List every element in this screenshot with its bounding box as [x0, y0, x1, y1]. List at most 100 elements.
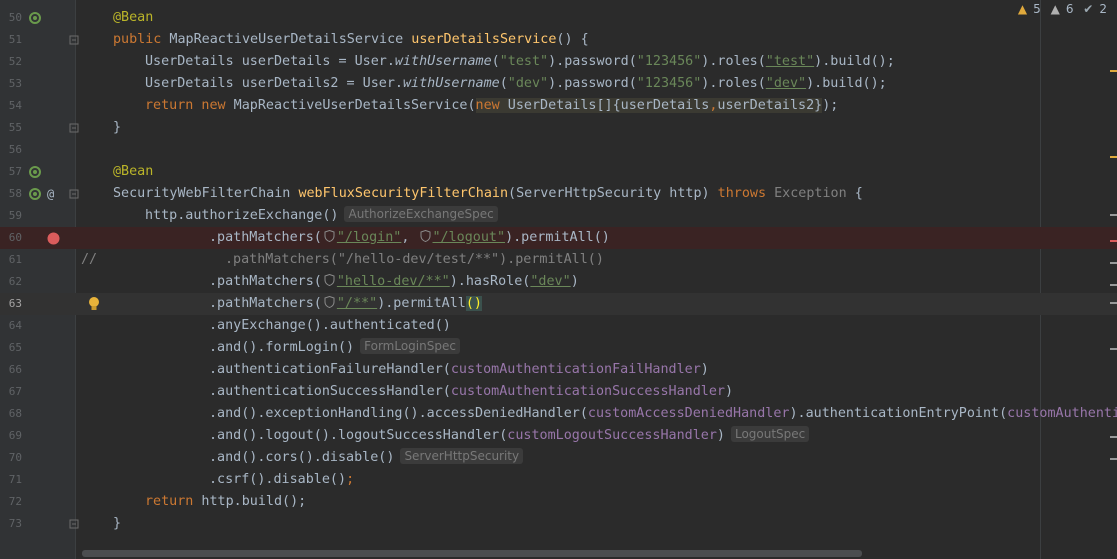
line-number: 63	[8, 297, 22, 310]
string-literal: "/logout"	[432, 230, 506, 245]
line-number: 54	[8, 99, 22, 112]
code-line-53[interactable]: 53 UserDetails userDetails2 = User.withU…	[0, 73, 1117, 95]
code-line-65[interactable]: 65 .and().formLogin() FormLoginSpec	[0, 337, 1117, 359]
line-number: 53	[8, 77, 22, 90]
field-reference: customLogoutSuccessHandler	[507, 428, 717, 443]
shield-icon	[324, 274, 335, 286]
horizontal-scrollbar[interactable]	[82, 550, 862, 557]
code-text: )	[724, 384, 734, 399]
code-line-60[interactable]: 60 .pathMatchers("/login", "/logout").pe…	[0, 227, 1117, 249]
error-stripe-mark[interactable]	[1110, 436, 1117, 438]
code-text: }	[113, 516, 122, 531]
line-number: 58	[8, 187, 22, 200]
code-text: (ServerHttpSecurity http)	[508, 186, 718, 201]
semicolon: ;	[346, 472, 355, 487]
string-literal: "hello-dev/**"	[336, 274, 450, 289]
code-text: {	[846, 186, 863, 201]
code-text: .pathMatchers(	[209, 230, 322, 245]
code-text: () {	[556, 32, 589, 47]
error-stripe-mark[interactable]	[1110, 70, 1117, 72]
breakpoint-icon[interactable]	[47, 232, 60, 245]
type-hint: ServerHttpSecurity	[400, 448, 524, 464]
exception-type: Exception	[766, 186, 847, 201]
error-stripe-mark[interactable]	[1110, 214, 1117, 216]
shield-icon	[324, 230, 335, 242]
code-text: (	[499, 76, 508, 91]
code-text: MapReactiveUserDetailsService(	[225, 98, 476, 113]
error-stripe-mark[interactable]	[1110, 156, 1117, 158]
line-number: 67	[8, 385, 22, 398]
code-line-54[interactable]: 54 return new MapReactiveUserDetailsServ…	[0, 95, 1117, 117]
keyword: return new	[145, 98, 226, 113]
line-number: 59	[8, 209, 22, 222]
code-text: .csrf().disable()	[209, 472, 347, 487]
code-line-51[interactable]: 51 public MapReactiveUserDetailsService …	[0, 29, 1117, 51]
type-hint: FormLoginSpec	[360, 338, 460, 354]
fold-icon[interactable]	[69, 189, 79, 199]
code-line-58[interactable]: 58 @ SecurityWebFilterChain webFluxSecur…	[0, 183, 1117, 205]
code-text: .and().formLogin()	[209, 340, 355, 355]
code-line-71[interactable]: 71 .csrf().disable();	[0, 469, 1117, 491]
line-number: 73	[8, 517, 22, 530]
string-literal: "dev"	[507, 76, 549, 91]
code-line-56[interactable]: 56	[0, 139, 1117, 161]
fold-icon[interactable]	[69, 35, 79, 45]
string-literal: "/**"	[336, 296, 378, 311]
code-text: http.authorizeExchange()	[145, 208, 339, 223]
code-editor[interactable]: ▲ 5 ▲ 6 ✔ 2 50 @Bean 51 public MapReactiveU…	[0, 0, 1117, 559]
code-line-72[interactable]: 72 return http.build();	[0, 491, 1117, 513]
code-text: .pathMatchers(	[209, 274, 322, 289]
bean-icon[interactable]	[27, 11, 43, 25]
code-line-50[interactable]: 50 @Bean	[0, 7, 1117, 29]
error-stripe-mark[interactable]	[1110, 302, 1117, 304]
code-line-61[interactable]: 61 // .pathMatchers("/hello-dev/test/**"…	[0, 249, 1117, 271]
code-line-63[interactable]: 63 .pathMatchers("/**").permitAll()	[0, 293, 1117, 315]
code-text: .and().exceptionHandling().accessDeniedH…	[209, 406, 588, 421]
comment-marker: //	[81, 252, 98, 267]
fold-icon[interactable]	[69, 123, 79, 133]
line-number: 55	[8, 121, 22, 134]
line-number: 65	[8, 341, 22, 354]
code-line-67[interactable]: 67 .authenticationSuccessHandler(customA…	[0, 381, 1117, 403]
code-line-69[interactable]: 69 .and().logout().logoutSuccessHandler(…	[0, 425, 1117, 447]
line-number: 52	[8, 55, 22, 68]
error-stripe-mark[interactable]	[1110, 284, 1117, 286]
code-text: (	[491, 54, 500, 69]
code-line-55[interactable]: 55 }	[0, 117, 1117, 139]
code-line-73[interactable]: 73 }	[0, 513, 1117, 535]
code-line-66[interactable]: 66 .authenticationFailureHandler(customA…	[0, 359, 1117, 381]
error-stripe-mark[interactable]	[1110, 348, 1117, 350]
code-text: ).roles(	[701, 76, 766, 91]
code-text: UserDetails[]{userDetails	[499, 98, 710, 113]
code-line-68[interactable]: 68 .and().exceptionHandling().accessDeni…	[0, 403, 1117, 425]
code-text: .and().cors().disable()	[209, 450, 395, 465]
code-line-64[interactable]: 64 .anyExchange().authenticated()	[0, 315, 1117, 337]
code-text: )	[716, 428, 725, 443]
fold-icon[interactable]	[69, 519, 79, 529]
line-number: 68	[8, 407, 22, 420]
code-line-59[interactable]: 59 http.authorizeExchange() AuthorizeExch…	[0, 205, 1117, 227]
line-number: 72	[8, 495, 22, 508]
code-line-70[interactable]: 70 .and().cors().disable() ServerHttpSecu…	[0, 447, 1117, 469]
bean-icon[interactable]	[27, 187, 43, 201]
type-name: MapReactiveUserDetailsService	[161, 32, 412, 47]
code-line-52[interactable]: 52 UserDetails userDetails = User.withUs…	[0, 51, 1117, 73]
line-number: 64	[8, 319, 22, 332]
code-text: ).password(	[548, 54, 637, 69]
lightbulb-icon[interactable]	[88, 296, 100, 312]
code-text: ).authenticationEntryPoint(	[789, 406, 1008, 421]
error-stripe-mark[interactable]	[1110, 458, 1117, 460]
bean-icon[interactable]	[27, 165, 43, 179]
annotation-gutter-icon[interactable]: @	[47, 185, 54, 203]
field-reference: customAuthenticationSuccessHandler	[450, 384, 725, 399]
error-stripe-mark[interactable]	[1110, 262, 1117, 264]
line-number: 62	[8, 275, 22, 288]
line-number: 70	[8, 451, 22, 464]
code-line-62[interactable]: 62 .pathMatchers("hello-dev/**").hasRole…	[0, 271, 1117, 293]
commented-code: .pathMatchers("/hello-dev/test/**").perm…	[225, 252, 604, 267]
code-line-57[interactable]: 57 @Bean	[0, 161, 1117, 183]
shield-icon	[420, 230, 430, 242]
error-stripe-mark[interactable]	[1110, 240, 1117, 242]
method-call: withUsername	[402, 76, 500, 91]
line-number: 61	[8, 253, 22, 266]
